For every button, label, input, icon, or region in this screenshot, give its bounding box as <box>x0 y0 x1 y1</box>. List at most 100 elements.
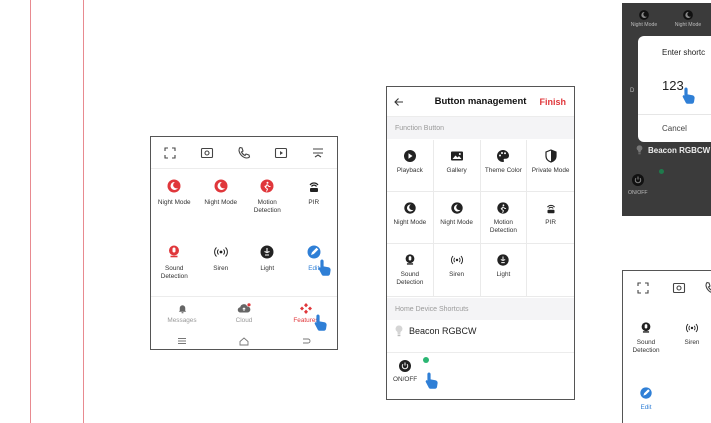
feature-siren[interactable]: Siren <box>669 321 711 347</box>
feature-label: Siren <box>684 339 700 346</box>
system-nav-bar <box>151 332 337 349</box>
button-label: Gallery <box>446 167 467 174</box>
button-label: Night Mode <box>440 219 473 226</box>
section-home-device-shortcuts: Home Device Shortcuts <box>387 298 574 320</box>
sound-detection-icon <box>405 254 415 265</box>
camera-toolbar <box>151 137 337 169</box>
siren-icon <box>213 247 228 257</box>
feature-label: Sound Detection <box>632 339 660 354</box>
device-beacon-row[interactable]: Beacon RGBCW <box>636 145 710 155</box>
dialog-divider <box>638 114 711 115</box>
hand-cursor-icon <box>682 87 695 104</box>
button-label: PIR <box>545 219 556 226</box>
divider <box>387 352 574 353</box>
feature-motion-detection[interactable]: Motion Detection <box>244 170 291 230</box>
fullscreen-icon[interactable] <box>635 280 651 296</box>
device-name: Beacon RGBCW <box>648 145 711 155</box>
siren-icon <box>686 323 698 333</box>
feature-sound-detection[interactable]: Sound Detection <box>151 236 198 296</box>
button-playback[interactable]: Playback <box>387 140 434 192</box>
features-icon <box>300 303 312 314</box>
feature-label: Siren <box>213 265 229 272</box>
power-icon <box>631 174 644 186</box>
pir-icon <box>546 204 555 214</box>
button-sound-detection[interactable]: Sound Detection <box>387 244 434 297</box>
button-private-mode[interactable]: Private Mode <box>527 140 574 192</box>
button-pir[interactable]: PIR <box>527 192 574 244</box>
fullscreen-icon[interactable] <box>162 145 178 161</box>
button-siren[interactable]: Siren <box>433 244 481 297</box>
more-menu-icon[interactable] <box>310 145 326 161</box>
button-gallery[interactable]: Gallery <box>433 140 481 192</box>
side-letter: D <box>630 88 635 94</box>
button-night-mode[interactable]: Night Mode <box>433 192 481 244</box>
device-beacon-row[interactable]: Beacon RGBCW <box>395 325 477 337</box>
theme-color-icon <box>497 150 510 162</box>
bottom-navigation: Messages Cloud Features <box>151 296 337 332</box>
recent-apps-icon[interactable] <box>177 337 187 345</box>
screenshot-icon[interactable] <box>671 280 687 296</box>
feature-night-mode[interactable]: Night Mode <box>151 170 198 230</box>
bulb-icon <box>636 145 643 155</box>
night-mode-icon <box>214 179 228 193</box>
screenshot-icon[interactable] <box>199 145 215 161</box>
cancel-button[interactable]: Cancel <box>662 124 687 133</box>
section-function-button: Function Button <box>387 117 574 139</box>
feature-siren[interactable]: Siren <box>198 236 245 296</box>
margin-line-left <box>30 0 31 423</box>
feature-sound-detection[interactable]: Sound Detection <box>623 321 669 354</box>
onoff-shortcut[interactable]: ON/OFF <box>628 173 648 196</box>
online-indicator <box>423 357 429 363</box>
feature-label: Edit <box>640 404 652 411</box>
power-icon <box>399 360 412 372</box>
feature-label: Night Mode <box>674 22 702 28</box>
camera-toolbar <box>623 271 711 305</box>
button-light[interactable]: Light <box>480 244 528 297</box>
edit-icon <box>640 387 652 399</box>
bulb-icon <box>395 325 403 337</box>
onoff-label: ON/OFF <box>628 190 648 196</box>
sound-detection-icon <box>641 322 651 333</box>
back-icon[interactable] <box>301 337 311 345</box>
button-label: Theme Color <box>484 167 522 174</box>
motion-detection-icon <box>260 179 274 193</box>
phone-icon[interactable] <box>703 280 711 296</box>
feature-label: Sound Detection <box>160 265 188 280</box>
playback-icon <box>403 150 416 162</box>
shortcut-name-dialog: Enter shortc 123 Cancel <box>638 36 711 142</box>
siren-icon <box>450 255 463 265</box>
feature-label: Night Mode <box>204 199 238 206</box>
button-theme-color[interactable]: Theme Color <box>480 140 528 192</box>
onoff-shortcut[interactable]: ON/OFF <box>393 359 417 384</box>
feature-night-mode[interactable]: Night Mode <box>666 3 710 33</box>
button-motion-detection[interactable]: Motion Detection <box>480 192 528 244</box>
home-icon[interactable] <box>239 336 249 346</box>
feature-night-mode[interactable]: Night Mode <box>622 3 666 33</box>
feature-label: Light <box>260 265 275 272</box>
feature-pir[interactable]: PIR <box>291 170 338 230</box>
pir-icon <box>309 182 319 192</box>
light-icon <box>260 245 274 259</box>
feature-label: PIR <box>308 199 320 206</box>
nav-messages[interactable]: Messages <box>152 297 212 332</box>
nav-cloud[interactable]: Cloud <box>214 297 274 332</box>
finish-button[interactable]: Finish <box>540 97 567 107</box>
nav-label: Messages <box>167 317 197 324</box>
button-management-panel: Button management Finish Function Button… <box>386 86 575 400</box>
hand-cursor-icon <box>318 259 331 276</box>
hand-cursor-icon <box>314 314 327 331</box>
feature-light[interactable]: Light <box>244 236 291 296</box>
feature-edit[interactable]: Edit <box>623 386 669 412</box>
record-icon[interactable] <box>273 145 289 161</box>
night-mode-icon <box>639 10 649 20</box>
features-panel-edited: Sound Detection Siren Edit <box>622 270 711 423</box>
button-night-mode[interactable]: Night Mode <box>387 192 434 244</box>
phone-icon[interactable] <box>236 145 252 161</box>
margin-line-right <box>83 0 84 423</box>
feature-label: Night Mode <box>630 22 658 28</box>
button-label: Private Mode <box>531 167 570 174</box>
online-indicator <box>659 169 664 174</box>
feature-night-mode[interactable]: Night Mode <box>198 170 245 230</box>
button-label: Night Mode <box>393 219 427 226</box>
button-label: Light <box>496 271 511 278</box>
